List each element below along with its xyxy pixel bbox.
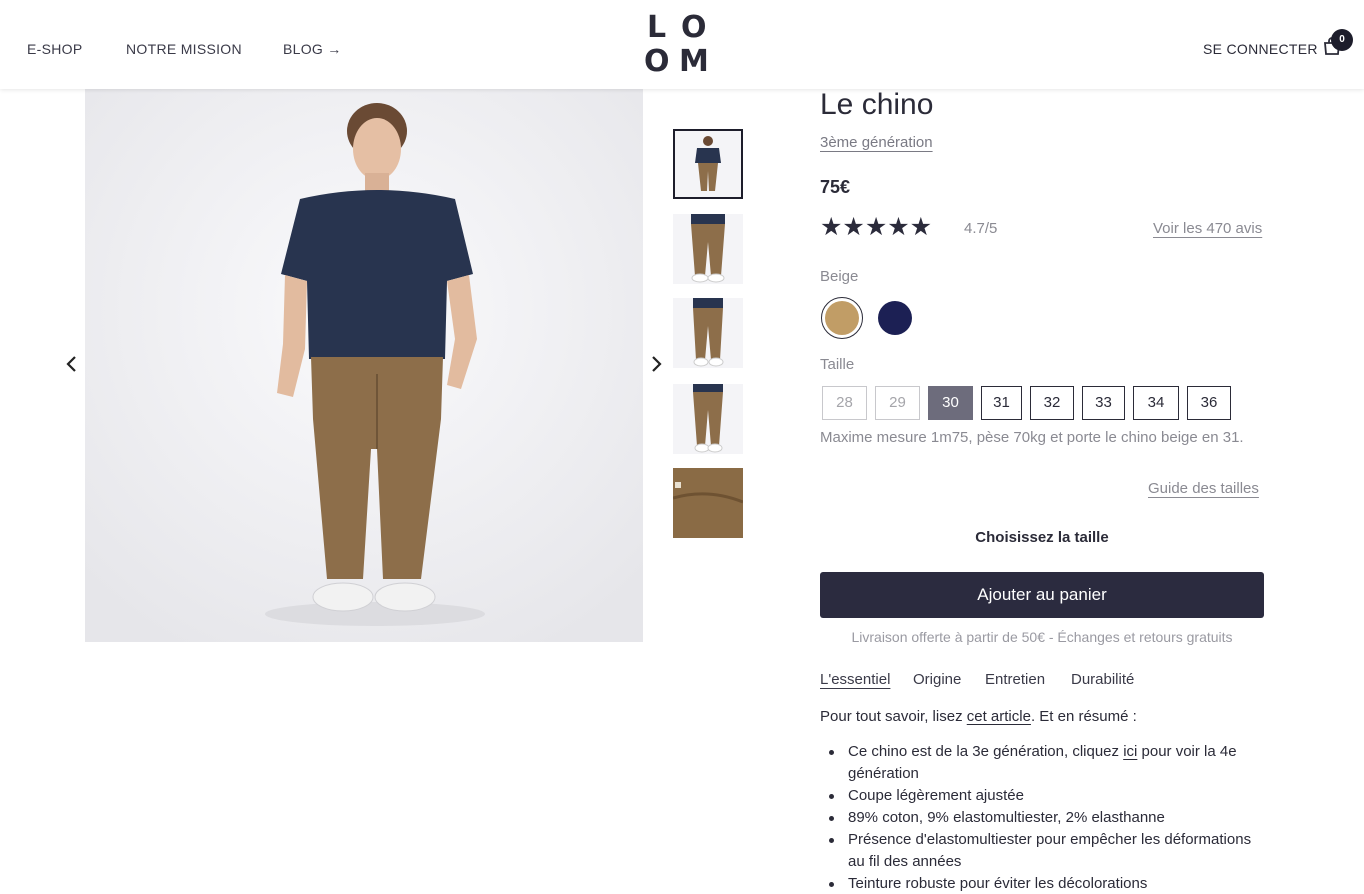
list-item: Présence d'elastomultiester pour empêche… <box>829 829 1268 873</box>
add-to-cart-button[interactable]: Ajouter au panier <box>820 572 1264 618</box>
product-title: Le chino <box>820 88 934 121</box>
nav-blog[interactable]: BLOG → <box>283 41 342 57</box>
tab-entretien[interactable]: Entretien <box>985 671 1045 688</box>
size-option[interactable]: 29 <box>875 386 920 420</box>
list-item: Teinture robuste pour éviter les décolor… <box>829 873 1268 894</box>
thumbnail-3[interactable] <box>673 298 743 368</box>
size-option[interactable]: 31 <box>981 386 1022 420</box>
description-intro: Pour tout savoir, lisez cet article. Et … <box>820 708 1137 725</box>
thumbnail-5[interactable] <box>673 468 743 538</box>
logo-letter: L <box>647 10 667 45</box>
nav-mission[interactable]: NOTRE MISSION <box>126 41 242 57</box>
size-option[interactable]: 36 <box>1187 386 1231 420</box>
thumbnail-image <box>673 384 743 454</box>
size-guide-link[interactable]: Guide des tailles <box>1148 480 1259 497</box>
thumbnail-image <box>673 468 743 538</box>
thumbnail-image <box>673 298 743 368</box>
size-option[interactable]: 34 <box>1133 386 1179 420</box>
tab-origine[interactable]: Origine <box>913 671 961 688</box>
intro-text: . Et en résumé : <box>1030 708 1137 725</box>
size-option[interactable]: 28 <box>822 386 867 420</box>
size-note: Maxime mesure 1m75, pèse 70kg et porte l… <box>820 429 1244 446</box>
tab-durabilite[interactable]: Durabilité <box>1071 671 1134 688</box>
size-option-selected[interactable]: 30 <box>928 386 973 420</box>
list-item: Coupe légèrement ajustée <box>829 785 1268 807</box>
product-price: 75€ <box>820 177 851 197</box>
model-photo <box>85 89 643 642</box>
color-label: Beige <box>820 268 859 285</box>
chevron-right-icon[interactable] <box>646 352 666 376</box>
thumbnail-image <box>675 131 741 197</box>
star-rating-icon: ★★★★★ <box>820 213 933 241</box>
size-label: Taille <box>820 356 855 373</box>
thumbnail-1[interactable] <box>673 129 743 199</box>
list-item: Ce chino est de la 3e génération, clique… <box>829 741 1268 785</box>
loom-logo[interactable]: L O O M <box>643 10 709 79</box>
reviews-link[interactable]: Voir les 470 avis <box>1153 220 1262 237</box>
thumbnail-4[interactable] <box>673 384 743 454</box>
tab-essentiel[interactable]: L'essentiel <box>820 671 890 688</box>
chevron-left-icon[interactable] <box>62 352 82 376</box>
cart-count-badge: 0 <box>1331 29 1353 51</box>
color-swatch-navy[interactable] <box>878 301 912 335</box>
logo-letter: M <box>679 44 709 79</box>
intro-text: Pour tout savoir, lisez <box>820 708 967 725</box>
article-link[interactable]: cet article <box>967 708 1031 725</box>
thumbnail-2[interactable] <box>673 214 743 284</box>
list-item: 89% coton, 9% elastomultiester, 2% elast… <box>829 807 1268 829</box>
size-option[interactable]: 33 <box>1082 386 1125 420</box>
logo-letter: O <box>644 44 670 79</box>
nav-eshop[interactable]: E-SHOP <box>27 41 82 57</box>
choose-size-text: Choisissez la taille <box>975 529 1109 546</box>
delivery-info: Livraison offerte à partir de 50€ - Écha… <box>851 629 1233 645</box>
main-product-image[interactable] <box>85 89 643 642</box>
list-item-text: Ce chino est de la 3e génération, clique… <box>848 743 1124 760</box>
feature-list: Ce chino est de la 3e génération, clique… <box>829 741 1268 894</box>
site-header: E-SHOP NOTRE MISSION BLOG → L O O M SE C… <box>0 0 1364 89</box>
fourth-generation-link[interactable]: ici <box>1123 743 1137 760</box>
rating-score: 4.7/5 <box>964 220 998 237</box>
generation-link[interactable]: 3ème génération <box>820 134 933 151</box>
logo-letter: O <box>681 10 707 45</box>
size-option[interactable]: 32 <box>1030 386 1074 420</box>
color-swatch-beige[interactable] <box>825 301 859 335</box>
thumbnail-image <box>673 214 743 284</box>
login-link[interactable]: SE CONNECTER <box>1203 41 1318 57</box>
